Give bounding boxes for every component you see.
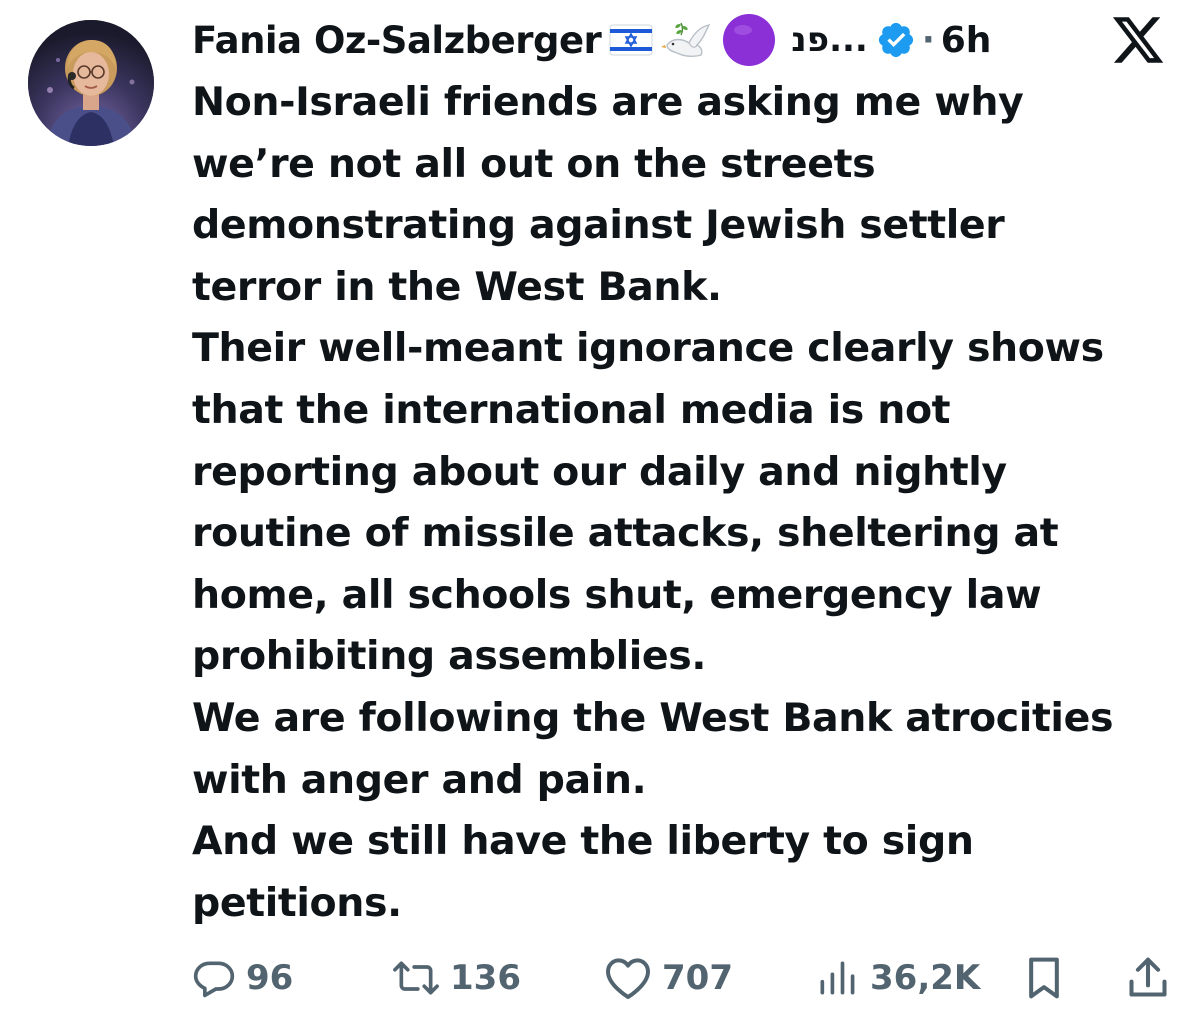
author-name[interactable]: Fania Oz-Salzberger [192,19,602,62]
post-time[interactable]: 6h [941,20,992,61]
author-handle[interactable]: פנ... [791,20,868,60]
x-logo-icon[interactable] [1110,12,1166,72]
reply-icon [192,956,236,1000]
views-count: 36,2K [870,958,981,998]
tweet-line: demonstrating against Jewish settler [192,202,1005,249]
share-icon [1126,954,1170,1002]
reply-button[interactable]: 96 [192,948,293,1008]
tweet-line: prohibiting assemblies. [192,633,707,680]
verified-badge-icon [876,20,916,60]
tweet-line: We are following the West Bank atrocitie… [192,694,1114,741]
like-count: 707 [662,958,733,998]
tweet-text: Non-Israeli friends are asking me why we… [192,72,1182,934]
tweet-line: reporting about our daily and nightly [192,448,1007,495]
dove-icon [661,17,713,63]
reply-count: 96 [246,958,294,998]
tweet-line: Non-Israeli friends are asking me why [192,79,1024,125]
avatar-photo [28,20,154,146]
tweet-line: we’re not all out on the streets [192,140,876,187]
israel-flag-icon [609,24,653,56]
repost-count: 136 [450,958,521,998]
heart-icon [604,956,652,1000]
action-bar: 96 136 707 36,2K [192,948,1177,1008]
bookmark-icon [1022,954,1066,1002]
repost-button[interactable]: 136 [392,948,521,1008]
like-button[interactable]: 707 [604,948,733,1008]
tweet-line: terror in the West Bank. [192,263,722,310]
tweet-line: And we still have the liberty to sign [192,818,974,865]
avatar[interactable] [28,20,154,146]
tweet-line: home, all schools shut, emergency law [192,571,1042,618]
tweet-line: that the international media is not [192,386,951,433]
tweet-line: routine of missile attacks, sheltering a… [192,510,1059,557]
repost-icon [392,956,440,1000]
share-button[interactable] [1126,948,1170,1008]
separator-dot: · [921,20,935,60]
bookmark-button[interactable] [1022,948,1066,1008]
tweet-line: Their well-meant ignorance clearly shows [192,325,1104,372]
tweet-line: petitions. [192,879,402,926]
purple-circle-icon [721,12,777,68]
tweet-header: Fania Oz-Salzberger פנ... · 6h [192,10,1182,70]
views-button[interactable]: 36,2K [814,948,980,1008]
views-icon [814,956,860,1000]
tweet-line: with anger and pain. [192,756,647,803]
